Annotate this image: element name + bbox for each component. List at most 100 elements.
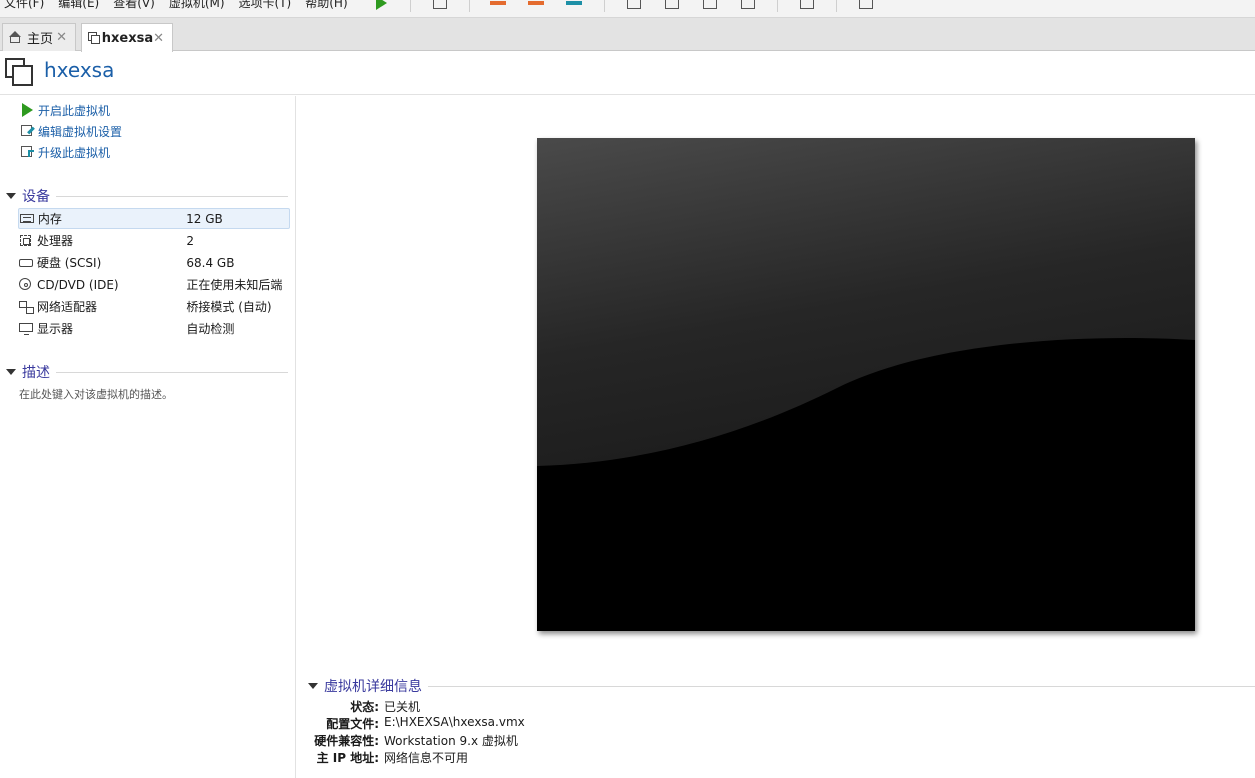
device-row-memory[interactable]: 内存 12 GB xyxy=(18,208,290,229)
vm-icon xyxy=(5,58,33,86)
close-icon[interactable]: ✕ xyxy=(153,31,164,46)
send-keys-button[interactable] xyxy=(431,0,449,11)
tab-vm-label: hxexsa xyxy=(101,30,154,46)
detail-value: 已关机 xyxy=(384,700,421,714)
cd-dvd-icon xyxy=(18,278,34,291)
keyboard-icon xyxy=(433,0,447,9)
device-row-hard-disk[interactable]: 硬盘 (SCSI) 68.4 GB xyxy=(18,252,290,273)
console-icon xyxy=(800,0,814,9)
menu-tabs[interactable]: 选项卡(T) xyxy=(239,0,292,11)
vm-summary-panel: 开启此虚拟机 编辑虚拟机设置 升级此虚拟机 设备 内存 12 GB 处理器 2 … xyxy=(0,96,296,778)
device-row-network-adapter[interactable]: 网络适配器 桥接模式 (自动) xyxy=(18,296,290,317)
divider xyxy=(428,685,1255,687)
action-label: 编辑虚拟机设置 xyxy=(38,124,123,139)
detail-value: E:\HXEXSA\hxexsa.vmx xyxy=(384,715,525,729)
menu-view[interactable]: 查看(V) xyxy=(113,0,155,11)
collapse-icon xyxy=(6,193,16,199)
detail-key: 配置文件: xyxy=(326,717,379,731)
thumbnail-button[interactable] xyxy=(663,0,681,11)
menu-bar: 文件(F) 编辑(E) 查看(V) 虚拟机(M) 选项卡(T) 帮助(H) xyxy=(4,0,348,11)
vm-icon xyxy=(88,31,100,45)
play-icon xyxy=(20,103,36,117)
detail-row-compatibility: 硬件兼容性: Workstation 9.x 虚拟机 xyxy=(300,732,860,749)
toolbar-separator xyxy=(604,0,605,12)
network-adapter-icon xyxy=(18,300,34,314)
display-icon xyxy=(18,322,34,335)
home-icon xyxy=(9,31,22,44)
description-input[interactable]: 在此处键入对该虚拟机的描述。 xyxy=(19,386,173,402)
vm-preview-image xyxy=(537,138,1195,631)
thumbnail-icon xyxy=(665,0,679,9)
stretch-icon xyxy=(859,0,873,9)
devices-section-header[interactable]: 设备 xyxy=(6,187,288,205)
detail-value: 网络信息不可用 xyxy=(384,751,469,765)
toolbar-separator xyxy=(836,0,837,12)
menu-file[interactable]: 文件(F) xyxy=(4,0,44,11)
hard-disk-icon xyxy=(18,256,34,269)
vm-screen-preview[interactable] xyxy=(537,138,1195,631)
menu-toolbar: 文件(F) 编辑(E) 查看(V) 虚拟机(M) 选项卡(T) 帮助(H) xyxy=(0,0,1255,18)
vm-header: hxexsa xyxy=(0,52,1255,95)
menu-help[interactable]: 帮助(H) xyxy=(305,0,347,11)
section-title: 设备 xyxy=(22,189,50,205)
device-name: 内存 xyxy=(37,212,62,226)
section-title: 虚拟机详细信息 xyxy=(324,679,422,695)
page-title: hxexsa xyxy=(44,58,115,82)
detail-key: 状态: xyxy=(350,700,379,714)
power-on-button[interactable] xyxy=(372,0,390,11)
snapshot-icon xyxy=(528,1,544,5)
play-icon xyxy=(376,0,387,10)
edit-settings-icon xyxy=(20,124,36,138)
toolbar-separator xyxy=(469,0,470,12)
edit-settings-link[interactable]: 编辑虚拟机设置 xyxy=(20,122,122,140)
device-value: 68.4 GB xyxy=(186,255,235,270)
device-name: CD/DVD (IDE) xyxy=(36,277,119,292)
device-name: 网络适配器 xyxy=(36,300,97,314)
library-button[interactable] xyxy=(625,0,643,11)
memory-icon xyxy=(19,212,35,225)
snapshot-revert-button[interactable] xyxy=(490,0,508,11)
action-label: 升级此虚拟机 xyxy=(38,145,111,160)
console-view-button[interactable] xyxy=(798,0,816,11)
fullscreen-icon xyxy=(703,0,717,9)
toolbar xyxy=(372,0,875,12)
action-label: 开启此虚拟机 xyxy=(38,103,111,118)
device-value: 正在使用未知后端 xyxy=(186,278,283,292)
device-name: 硬盘 (SCSI) xyxy=(36,256,102,270)
collapse-icon xyxy=(308,683,318,689)
tab-bar: 主页 ✕ hxexsa ✕ xyxy=(0,18,1255,52)
detail-row-ip-address: 主 IP 地址: 网络信息不可用 xyxy=(300,749,860,766)
device-value: 自动检测 xyxy=(186,322,235,336)
device-value: 12 GB xyxy=(186,211,223,226)
processor-icon xyxy=(18,234,34,247)
device-row-processor[interactable]: 处理器 2 xyxy=(18,230,290,251)
detail-key: 硬件兼容性: xyxy=(314,734,379,748)
divider xyxy=(56,371,288,373)
tab-home[interactable]: 主页 ✕ xyxy=(2,23,76,51)
tab-vm[interactable]: hxexsa ✕ xyxy=(81,23,173,52)
device-name: 处理器 xyxy=(36,234,73,248)
tab-home-label: 主页 xyxy=(27,32,54,47)
detail-row-state: 状态: 已关机 xyxy=(300,698,860,715)
fullscreen-button[interactable] xyxy=(701,0,719,11)
vm-details-section-header[interactable]: 虚拟机详细信息 xyxy=(308,677,1255,695)
revert-icon xyxy=(490,1,506,5)
detail-row-config-file: 配置文件: E:\HXEXSA\hxexsa.vmx xyxy=(300,715,860,732)
menu-edit[interactable]: 编辑(E) xyxy=(58,0,99,11)
unity-button[interactable] xyxy=(739,0,757,11)
device-row-display[interactable]: 显示器 自动检测 xyxy=(18,318,290,339)
device-row-cd-dvd[interactable]: CD/DVD (IDE) 正在使用未知后端 xyxy=(18,274,290,295)
menu-vm[interactable]: 虚拟机(M) xyxy=(169,0,225,11)
unity-icon xyxy=(741,0,755,9)
upgrade-icon xyxy=(20,145,36,159)
detail-value: Workstation 9.x 虚拟机 xyxy=(384,734,518,748)
power-on-link[interactable]: 开启此虚拟机 xyxy=(20,101,110,119)
snapshot-manager-button[interactable] xyxy=(566,0,584,11)
stretch-button[interactable] xyxy=(857,0,875,11)
divider xyxy=(56,195,288,197)
description-section-header[interactable]: 描述 xyxy=(6,363,288,381)
snapshot-button[interactable] xyxy=(528,0,546,11)
upgrade-vm-link[interactable]: 升级此虚拟机 xyxy=(20,143,110,161)
close-icon[interactable]: ✕ xyxy=(56,30,67,45)
snapshot-manager-icon xyxy=(566,1,582,5)
